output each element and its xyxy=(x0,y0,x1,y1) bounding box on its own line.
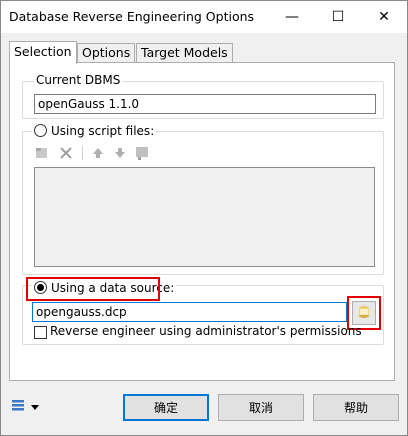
move-down-icon[interactable] xyxy=(112,145,128,161)
data-source-field[interactable]: opengauss.dcp xyxy=(32,302,347,322)
add-file-icon[interactable] xyxy=(34,145,50,161)
title-bar[interactable]: Database Reverse Engineering Options — ☐… xyxy=(1,1,407,33)
maximize-button[interactable]: ☐ xyxy=(315,1,361,33)
window-title: Database Reverse Engineering Options xyxy=(9,9,255,24)
ok-button[interactable]: 确定 xyxy=(123,394,209,421)
tab-selection[interactable]: Selection xyxy=(9,41,77,64)
close-button[interactable]: ✕ xyxy=(361,1,407,33)
current-dbms-legend: Current DBMS xyxy=(34,73,123,87)
script-files-toolbar xyxy=(34,145,164,161)
tab-options[interactable]: Options xyxy=(77,43,136,63)
script-files-label: Using script files: xyxy=(51,124,155,138)
delete-icon[interactable] xyxy=(58,145,74,161)
admin-permissions-label: Reverse engineer using administrator's p… xyxy=(50,324,362,338)
close-icon: ✕ xyxy=(378,9,390,25)
selection-panel: Current DBMS openGauss 1.1.0 Using scrip… xyxy=(9,62,395,381)
script-files-list[interactable] xyxy=(34,167,375,267)
data-source-highlight xyxy=(26,277,160,301)
dialog-window: Database Reverse Engineering Options — ☐… xyxy=(0,0,408,436)
minimize-button[interactable]: — xyxy=(269,1,315,33)
browse-icon[interactable] xyxy=(134,145,150,161)
move-up-icon[interactable] xyxy=(90,145,106,161)
admin-permissions-checkbox[interactable] xyxy=(34,326,47,339)
list-menu-button[interactable] xyxy=(11,399,41,415)
cancel-button[interactable]: 取消 xyxy=(218,394,304,421)
tab-strip: Selection Options Target Models xyxy=(9,41,401,64)
chevron-down-icon xyxy=(31,400,39,414)
toolbar-separator xyxy=(82,146,83,160)
maximize-icon: ☐ xyxy=(331,9,345,25)
tab-target-models[interactable]: Target Models xyxy=(136,43,233,63)
help-button[interactable]: 帮助 xyxy=(313,394,399,421)
script-files-radio-button[interactable] xyxy=(34,124,47,137)
list-menu-icon xyxy=(11,398,27,417)
script-files-radio[interactable]: Using script files: xyxy=(32,124,157,138)
minimize-icon: — xyxy=(285,9,299,25)
current-dbms-field: openGauss 1.1.0 xyxy=(34,94,376,114)
